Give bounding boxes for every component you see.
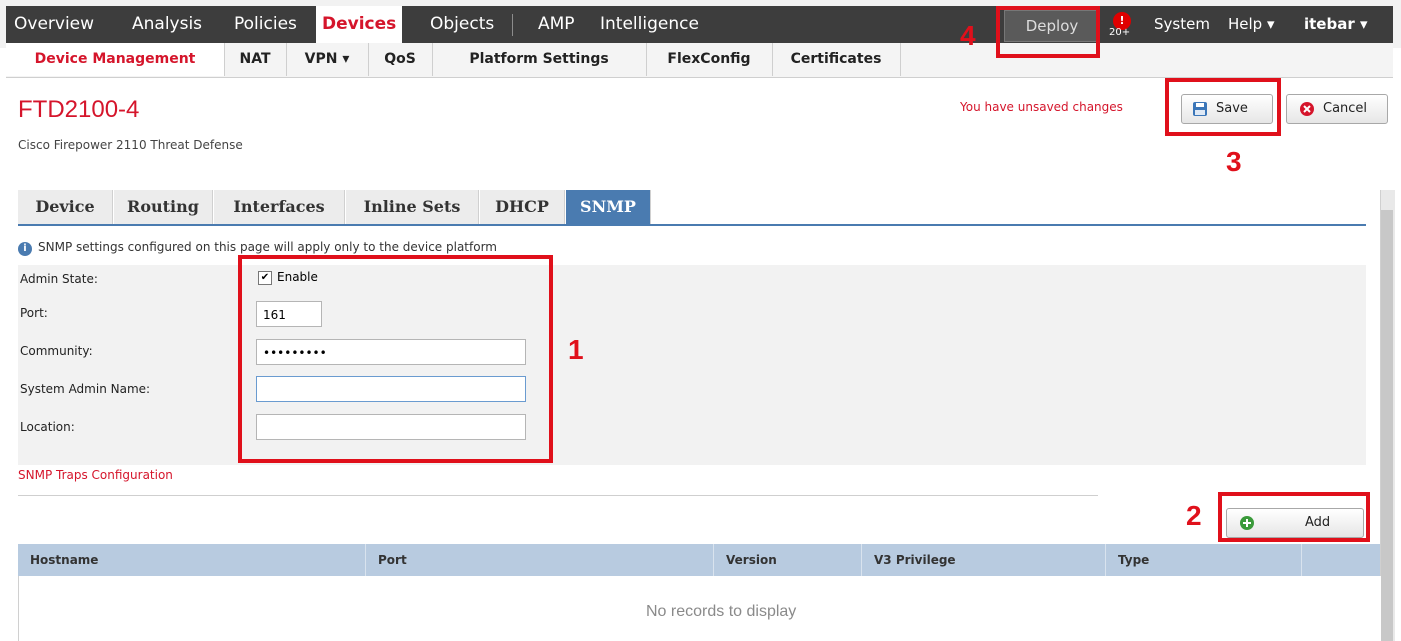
tab-dhcp[interactable]: DHCP — [480, 190, 565, 224]
annotation-number-4: 4 — [960, 20, 976, 51]
nav-objects[interactable]: Objects — [430, 6, 494, 43]
subnav-nat[interactable]: NAT — [224, 43, 287, 76]
snmp-traps-configuration-link[interactable]: SNMP Traps Configuration — [18, 468, 173, 482]
community-label: Community: — [20, 344, 93, 358]
annotation-box-2 — [1218, 492, 1370, 542]
subnav-vpn[interactable]: VPN ▾ — [286, 43, 369, 76]
subnav-platform-settings[interactable]: Platform Settings — [432, 43, 647, 76]
tab-interfaces[interactable]: Interfaces — [214, 190, 345, 224]
sub-navigation-bar: Device Management NAT VPN ▾ QoS Platform… — [6, 43, 1393, 78]
snmp-info-text: SNMP settings configured on this page wi… — [38, 240, 497, 254]
info-icon: i — [18, 242, 32, 256]
subnav-certificates[interactable]: Certificates — [772, 43, 901, 76]
unsaved-changes-notice: You have unsaved changes — [960, 100, 1123, 114]
annotation-box-3 — [1165, 78, 1281, 136]
nav-intelligence[interactable]: Intelligence — [600, 6, 699, 43]
annotation-box-1 — [238, 255, 553, 463]
annotation-number-2: 2 — [1186, 500, 1202, 531]
traps-divider — [18, 495, 1098, 496]
cancel-button[interactable]: Cancel — [1286, 94, 1388, 124]
traps-grid-header: Hostname Port Version V3 Privilege Type — [18, 544, 1380, 576]
snmp-settings-form — [18, 265, 1366, 465]
port-label: Port: — [20, 306, 48, 320]
subnav-qos[interactable]: QoS — [368, 43, 433, 76]
tab-inline-sets[interactable]: Inline Sets — [346, 190, 479, 224]
system-admin-name-label: System Admin Name: — [20, 382, 151, 396]
nav-system[interactable]: System — [1154, 6, 1210, 43]
location-label: Location: — [20, 420, 75, 434]
alert-count: 20+ — [1109, 27, 1131, 38]
nav-analysis[interactable]: Analysis — [132, 6, 202, 43]
tab-routing[interactable]: Routing — [114, 190, 213, 224]
nav-policies[interactable]: Policies — [234, 6, 297, 43]
subnav-flexconfig[interactable]: FlexConfig — [646, 43, 773, 76]
snmp-info-message: i SNMP settings configured on this page w… — [18, 240, 497, 256]
cancel-icon — [1300, 102, 1314, 116]
column-port[interactable]: Port — [366, 544, 714, 576]
empty-grid-message: No records to display — [646, 603, 797, 620]
nav-overview[interactable]: Overview — [14, 6, 94, 43]
column-hostname[interactable]: Hostname — [18, 544, 366, 576]
top-navigation-bar: Overview Analysis Policies Devices Objec… — [6, 6, 1393, 43]
column-version[interactable]: Version — [714, 544, 862, 576]
device-title: FTD2100-4 — [18, 96, 140, 123]
annotation-number-1: 1 — [568, 334, 584, 365]
nav-separator — [512, 14, 513, 36]
nav-devices[interactable]: Devices — [316, 6, 403, 43]
nav-help[interactable]: Help ▾ — [1228, 6, 1275, 43]
admin-state-label: Admin State: — [20, 272, 98, 286]
tab-snmp[interactable]: SNMP — [566, 190, 651, 224]
column-v3-privilege[interactable]: V3 Privilege — [862, 544, 1106, 576]
column-type[interactable]: Type — [1106, 544, 1302, 576]
nav-user-menu[interactable]: itebar ▾ — [1304, 6, 1368, 43]
tab-device[interactable]: Device — [18, 190, 113, 224]
device-tabs: Device Routing Interfaces Inline Sets DH… — [18, 190, 1366, 226]
scrollbar-thumb[interactable] — [1381, 210, 1393, 641]
annotation-number-3: 3 — [1226, 146, 1242, 177]
subnav-device-management[interactable]: Device Management — [6, 43, 225, 76]
nav-amp[interactable]: AMP — [538, 6, 575, 43]
cancel-label: Cancel — [1323, 101, 1368, 116]
device-subtitle: Cisco Firepower 2110 Threat Defense — [18, 138, 243, 152]
annotation-box-4 — [996, 6, 1100, 58]
